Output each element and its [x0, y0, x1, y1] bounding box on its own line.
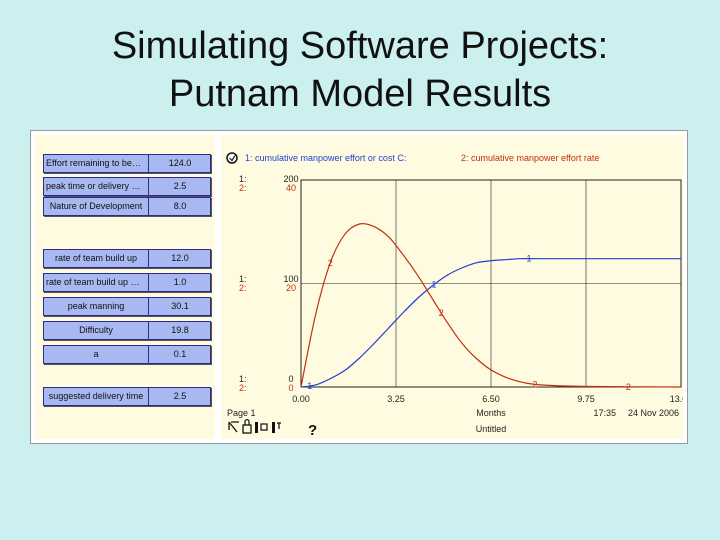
slide-title-line2: Putnam Model Results	[168, 73, 552, 115]
param-value: 124.0	[168, 158, 192, 168]
series-1-marker: 1	[431, 280, 436, 290]
param-row[interactable]: rate of team build up 12.0	[43, 249, 211, 268]
y-label-s2-mid: 20	[286, 283, 296, 293]
y-label-s2-bot: 0	[288, 383, 293, 393]
axis-prefix: 2:	[239, 383, 247, 393]
x-tick-label: 13.00	[670, 394, 683, 404]
param-value: 2.5	[173, 391, 187, 401]
param-label: rate of team build up …	[44, 274, 149, 291]
tool-icon[interactable]	[272, 422, 281, 433]
param-row[interactable]: rate of team build up … 1.0	[43, 273, 211, 292]
parameter-panel: Effort remaining to be… 124.0 peak time o…	[35, 135, 215, 439]
param-value: 30.1	[171, 301, 189, 311]
param-label: peak manning	[44, 298, 149, 315]
param-value: 12.0	[171, 253, 189, 263]
plot-area	[300, 179, 682, 388]
series-1-marker: 1	[307, 381, 312, 391]
axis-prefix: 2:	[239, 283, 247, 293]
param-value: 0.1	[173, 349, 187, 359]
param-value: 19.8	[171, 325, 189, 335]
legend-series-1: 1: cumulative manpower effort or cost C:	[245, 153, 406, 163]
param-row[interactable]: peak time or delivery … 2.5	[43, 177, 211, 196]
param-row[interactable]: suggested delivery time 2.5	[43, 387, 211, 406]
x-axis-label: Months	[476, 408, 506, 418]
x-tick-label: 9.75	[577, 394, 595, 404]
footer-date: 24 Nov 2006	[628, 408, 679, 418]
model-window: Effort remaining to be… 124.0 peak time o…	[30, 130, 692, 444]
param-row[interactable]: Effort remaining to be… 124.0	[43, 154, 211, 173]
param-label: peak time or delivery …	[44, 178, 149, 195]
graph-panel: 1: cumulative manpower effort or cost C:…	[221, 135, 692, 439]
footer-time: 17:35	[593, 408, 616, 418]
param-label: rate of team build up	[44, 250, 149, 267]
run-icon[interactable]	[255, 422, 268, 433]
param-label: Difficulty	[44, 322, 149, 339]
x-tick-label: 0.00	[292, 394, 310, 404]
series-2-marker: 2	[328, 258, 333, 268]
y-label-s2-top: 40	[286, 183, 296, 193]
graph-svg: 1: cumulative manpower effort or cost C:…	[226, 152, 692, 439]
legend-series-2: 2: cumulative manpower effort rate	[461, 153, 599, 163]
param-value: 8.0	[173, 201, 187, 211]
help-icon[interactable]: ?	[308, 422, 317, 439]
param-label: Effort remaining to be…	[44, 155, 149, 172]
lock-icon[interactable]	[226, 152, 238, 164]
series-1-marker: 1	[526, 254, 531, 264]
pin-icon[interactable]	[228, 421, 239, 433]
page-label[interactable]: Page 1	[227, 408, 256, 418]
param-value: 2.5	[173, 181, 187, 191]
param-row[interactable]: a 0.1	[43, 345, 211, 364]
series-2-marker: 2	[532, 379, 537, 389]
document-name: Untitled	[476, 424, 507, 434]
series-2-marker: 2	[439, 308, 444, 318]
slide-title-line1: Simulating Software Projects:	[111, 25, 609, 67]
param-row[interactable]: Difficulty 19.8	[43, 321, 211, 340]
param-row[interactable]: peak manning 30.1	[43, 297, 211, 316]
series-2-marker: 2	[626, 382, 631, 392]
param-value: 1.0	[173, 277, 187, 287]
lock-toggle-icon[interactable]	[242, 418, 252, 434]
x-tick-labels: 0.00 3.25 6.50 9.75 13.00	[292, 394, 692, 404]
param-label: Nature of Development	[44, 198, 149, 215]
param-label: a	[44, 346, 149, 363]
param-row[interactable]: Nature of Development 8.0	[43, 197, 211, 216]
param-label: suggested delivery time	[44, 388, 149, 405]
axis-prefix: 2:	[239, 183, 247, 193]
x-tick-label: 6.50	[482, 394, 500, 404]
x-tick-label: 3.25	[387, 394, 405, 404]
